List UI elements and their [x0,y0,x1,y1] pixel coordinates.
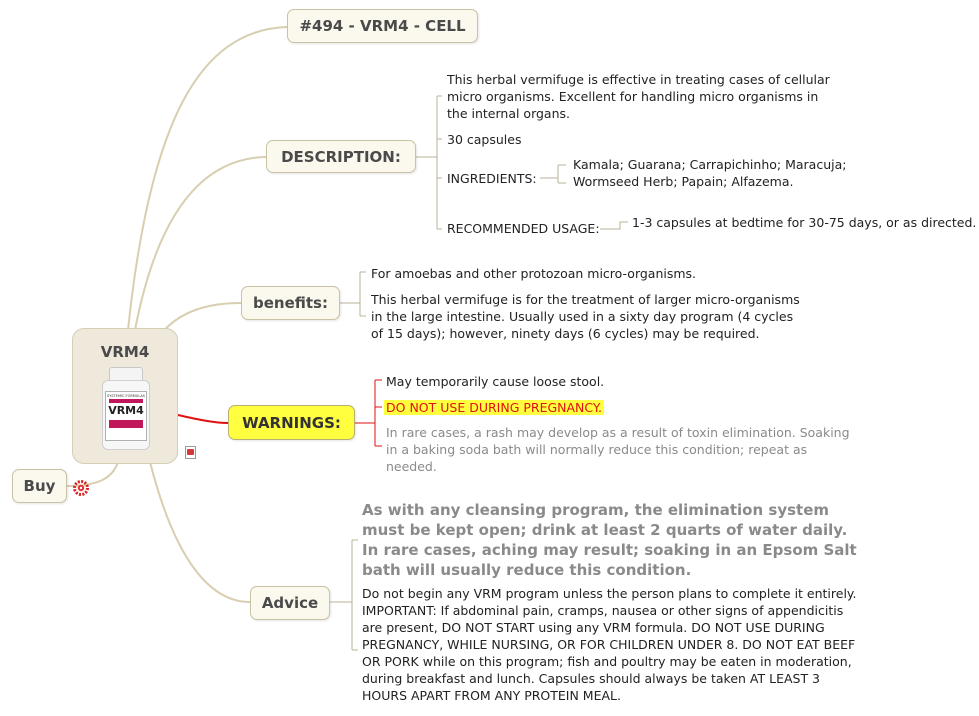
capsules-text: 30 capsules [447,132,522,147]
ingredients-text: Kamala; Guarana; Carrapichinho; Maracuja… [573,157,847,189]
description-node[interactable]: DESCRIPTION: [266,140,416,173]
title-node[interactable]: #494 - VRM4 - CELL [287,9,478,43]
bottle-body: SYSTEMIC FORMULAS VRM4 [102,380,150,450]
advice-item-1: As with any cleansing program, the elimi… [362,501,857,579]
bottle-label-band [109,399,143,403]
bracket-benefits [340,271,366,317]
benefits-item-2: This herbal vermifuge is for the treatme… [371,292,800,341]
product-bottle-image: SYSTEMIC FORMULAS VRM4 [102,367,150,450]
warnings-item-2: DO NOT USE DURING PREGNANCY. [384,399,604,416]
buy-label: Buy [23,477,56,495]
benefits-label: benefits: [253,294,328,312]
usage-label: RECOMMENDED USAGE: [447,221,600,236]
warnings-label: WARNINGS: [242,413,341,432]
warnings-item-3: In rare cases, a rash may develop as a r… [386,425,850,474]
warnings-node[interactable]: WARNINGS: [228,405,355,440]
pregnancy-warning: DO NOT USE DURING PREGNANCY. [384,400,604,415]
bottle-brand: SYSTEMIC FORMULAS [107,394,145,398]
connector-advice [149,461,251,603]
connector-warnings [177,414,229,424]
benefits-node[interactable]: benefits: [241,286,340,320]
attachment-icon[interactable] [185,446,196,459]
bracket-ingredients [540,164,566,184]
description-text: This herbal vermifuge is effective in tr… [447,72,830,121]
advice-label: Advice [261,594,319,612]
description-label: DESCRIPTION: [281,147,401,166]
bottle-label-stripe [109,420,143,428]
usage-text: 1-3 capsules at bedtime for 30-75 days, … [632,215,977,230]
bottle-label: SYSTEMIC FORMULAS VRM4 [105,391,147,441]
bracket-usage [600,221,628,230]
advice-item-2: Do not begin any VRM program unless the … [362,586,857,703]
buy-node[interactable]: Buy [12,469,67,503]
benefits-item-1: For amoebas and other protozoan micro-or… [371,266,697,281]
bracket-warnings [355,379,382,447]
bottle-label-text: VRM4 [108,404,144,417]
central-title: VRM4 [100,343,150,361]
bracket-advice [330,539,358,651]
title-label: #494 - VRM4 - CELL [299,17,466,35]
bracket-description [416,95,442,230]
gear-icon[interactable] [73,480,89,496]
advice-node[interactable]: Advice [250,586,330,620]
warnings-item-1: May temporarily cause loose stool. [386,374,605,389]
central-topic[interactable]: VRM4 SYSTEMIC FORMULAS VRM4 [72,328,178,464]
ingredients-label: INGREDIENTS: [447,171,537,186]
